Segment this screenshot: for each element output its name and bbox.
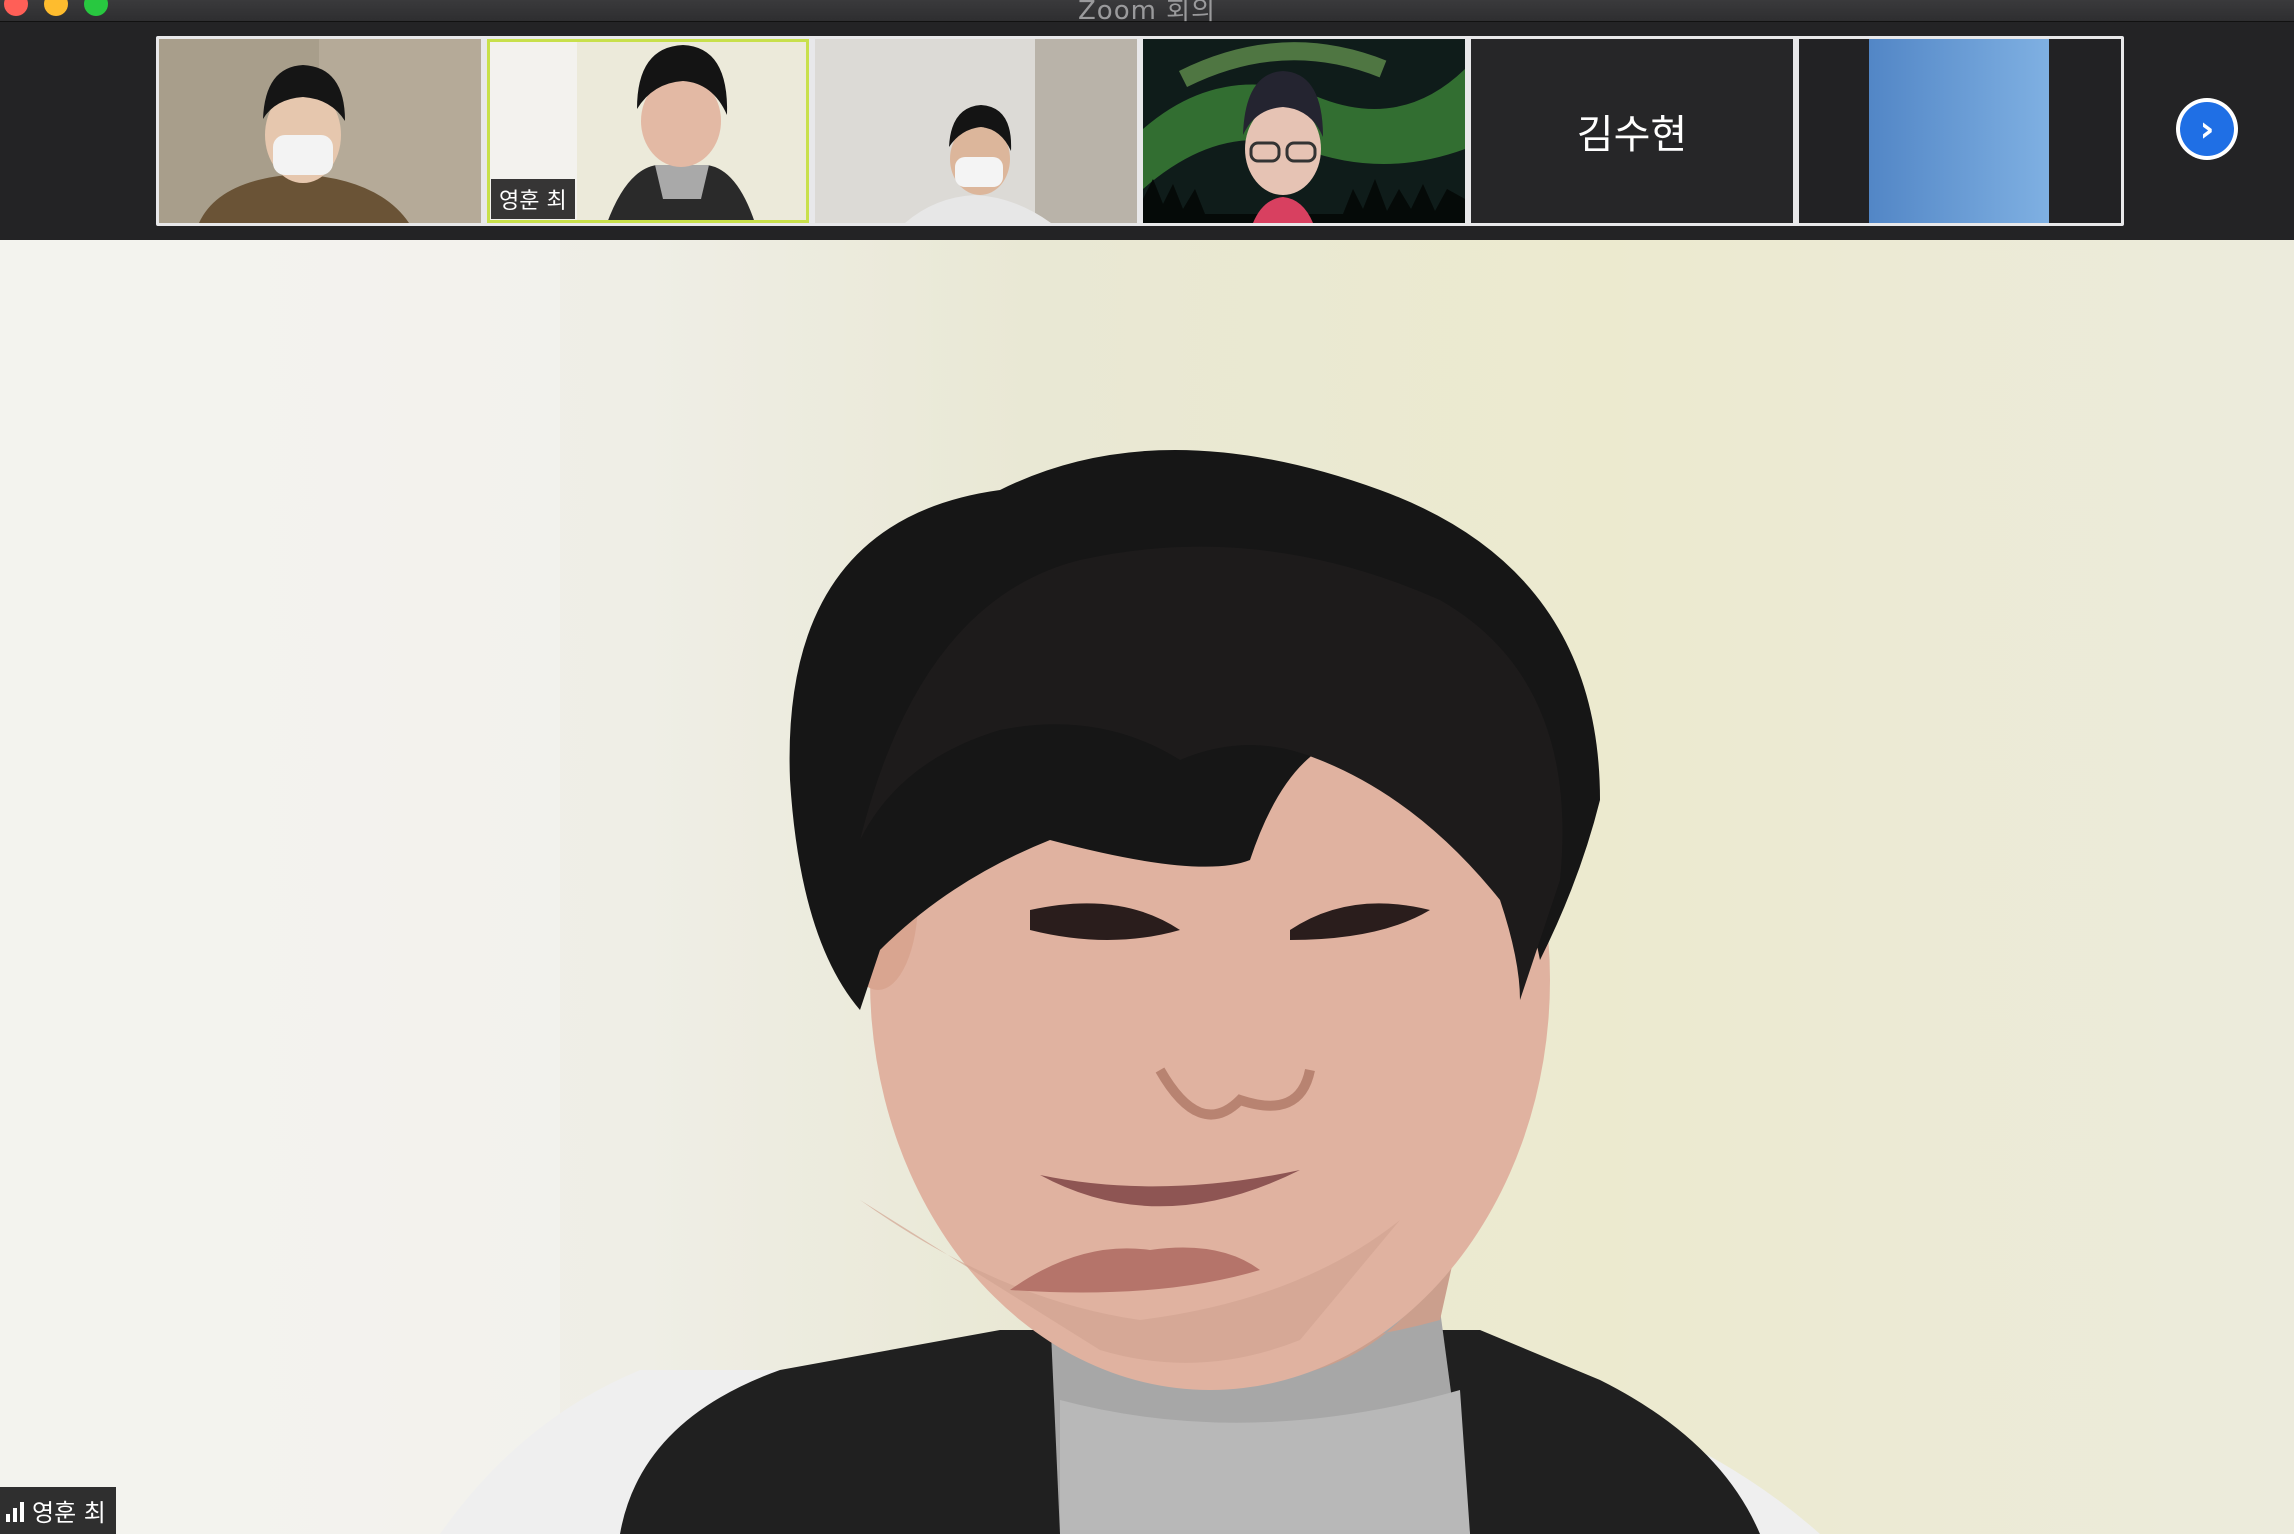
participant-video-1 bbox=[159, 39, 481, 223]
participant-tile-4[interactable] bbox=[1143, 39, 1465, 223]
speaker-name-label: 영훈 최 bbox=[32, 1499, 106, 1527]
speaker-name-badge: 영훈 최 bbox=[0, 1487, 116, 1534]
participant-tile-2[interactable]: 영훈 최 bbox=[487, 39, 809, 223]
chevron-right-icon: › bbox=[2180, 102, 2234, 156]
participant-tile-5[interactable]: 김수현 bbox=[1471, 39, 1793, 223]
participant-tile-3[interactable] bbox=[815, 39, 1137, 223]
participant-name-label: 김수현 bbox=[1576, 112, 1688, 158]
participant-tile-6[interactable] bbox=[1799, 39, 2121, 223]
active-speaker-video: 영훈 최 bbox=[0, 240, 2294, 1534]
participant-video-3 bbox=[815, 39, 1137, 223]
participant-video-6 bbox=[1799, 39, 2121, 223]
thumbnail-row: 영훈 최 김수현 bbox=[156, 36, 2124, 226]
signal-strength-icon bbox=[6, 1500, 24, 1522]
next-page-button[interactable]: › bbox=[2176, 98, 2238, 160]
participant-tile-1[interactable] bbox=[159, 39, 481, 223]
participant-strip: 영훈 최 김수현 › bbox=[0, 22, 2294, 240]
title-bar: Zoom 회의 bbox=[0, 0, 2294, 26]
speaker-video-frame bbox=[0, 240, 1820, 1534]
participant-video-4 bbox=[1143, 39, 1465, 223]
participant-name-label: 영훈 최 bbox=[491, 179, 575, 219]
